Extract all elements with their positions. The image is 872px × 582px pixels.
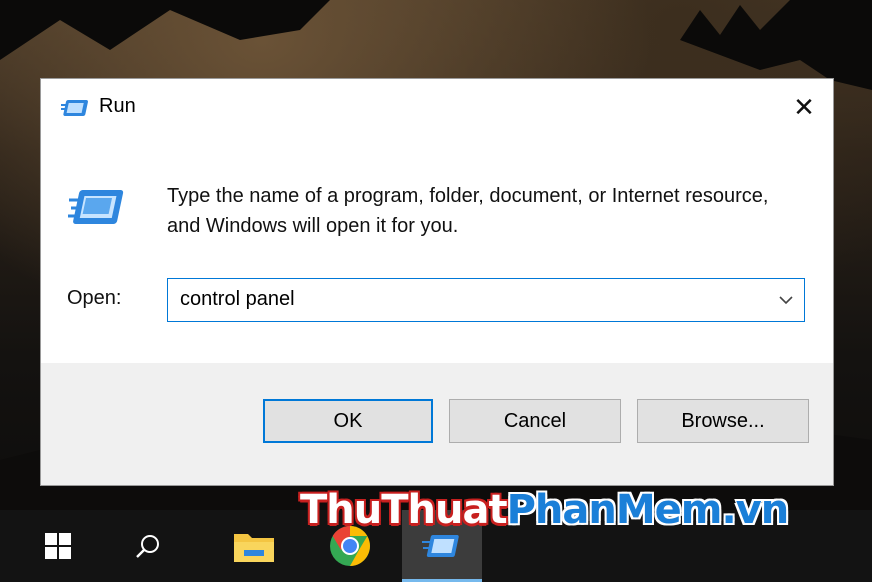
run-icon	[61, 100, 88, 116]
watermark-part3: .vn	[721, 487, 789, 533]
watermark-logo: ThuThuatPhanMem.vn	[300, 487, 789, 533]
ok-button[interactable]: OK	[263, 399, 433, 443]
file-explorer-button[interactable]	[218, 510, 290, 582]
open-label: Open:	[67, 287, 122, 309]
watermark-part1: ThuThuat	[300, 487, 508, 533]
chevron-down-icon[interactable]	[774, 287, 798, 313]
open-input[interactable]: control panel	[180, 288, 295, 311]
close-icon: ✕	[793, 93, 815, 123]
run-large-icon	[68, 190, 124, 224]
windows-logo-icon	[45, 533, 71, 559]
title-bar[interactable]: Run ✕	[41, 79, 833, 137]
dialog-description: Type the name of a program, folder, docu…	[167, 185, 769, 237]
run-dialog: Run ✕ Type the name of a program, folder…	[40, 78, 834, 486]
close-button[interactable]: ✕	[775, 79, 833, 137]
browse-button[interactable]: Browse...	[637, 399, 809, 443]
run-icon	[422, 535, 459, 557]
dialog-footer: OK Cancel Browse...	[41, 363, 833, 485]
folder-icon	[234, 534, 274, 562]
watermark-part2: PhanMem	[506, 487, 723, 533]
search-icon	[136, 535, 159, 558]
cancel-button[interactable]: Cancel	[449, 399, 621, 443]
start-button[interactable]	[22, 510, 94, 582]
open-combobox[interactable]: control panel	[167, 278, 805, 322]
search-button[interactable]	[112, 510, 184, 582]
dialog-title: Run	[99, 95, 136, 117]
